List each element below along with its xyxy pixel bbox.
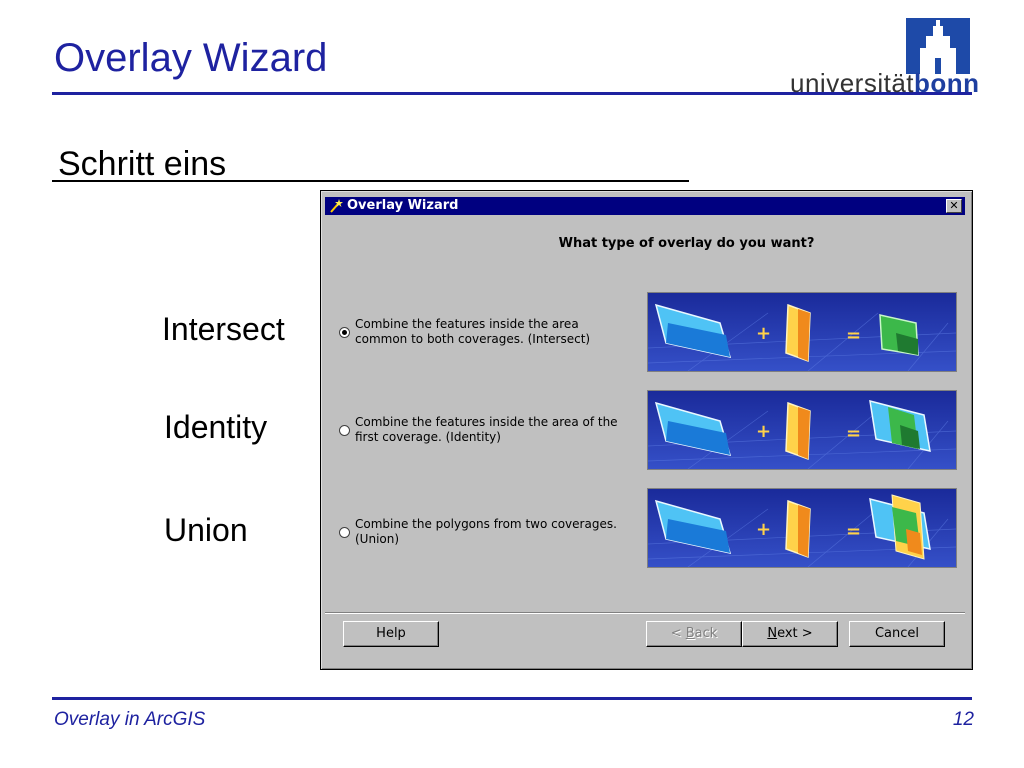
option-line: Combine the polygons from two coverages. bbox=[355, 517, 617, 531]
svg-text:+: + bbox=[756, 519, 771, 540]
cancel-button[interactable]: Cancel bbox=[849, 621, 945, 647]
option-line: Combine the features inside the area bbox=[355, 317, 579, 331]
back-prefix: < bbox=[670, 626, 686, 641]
svg-text:=: = bbox=[846, 521, 861, 542]
back-mnemonic: B bbox=[685, 626, 695, 641]
page-number: 12 bbox=[952, 709, 974, 730]
intersect-illustration: + = bbox=[647, 292, 957, 372]
university-building-icon bbox=[906, 18, 970, 74]
dialog-question: What type of overlay do you want? bbox=[558, 236, 815, 251]
radio-intersect[interactable] bbox=[339, 327, 350, 338]
svg-text:=: = bbox=[846, 325, 861, 346]
logo-wordmark: universitätbonn bbox=[790, 70, 980, 96]
next-rest: ext > bbox=[777, 626, 813, 641]
next-mnemonic: N bbox=[767, 626, 778, 641]
logo-prefix: universität bbox=[790, 68, 914, 98]
radio-union[interactable] bbox=[339, 527, 350, 538]
wizard-wand-icon bbox=[330, 199, 343, 213]
svg-text:=: = bbox=[846, 423, 861, 444]
option-line: Combine the features inside the area of … bbox=[355, 415, 618, 429]
svg-text:+: + bbox=[756, 421, 771, 442]
slide-title: Overlay Wizard bbox=[54, 36, 328, 80]
dialog-title: Overlay Wizard bbox=[347, 198, 459, 213]
footer-title: Overlay in ArcGIS bbox=[54, 709, 206, 730]
step-underline bbox=[52, 180, 689, 182]
university-logo: universitätbonn bbox=[780, 18, 979, 96]
option-line: first coverage. (Identity) bbox=[355, 430, 501, 444]
label-union: Union bbox=[164, 512, 248, 548]
button-separator bbox=[325, 612, 965, 614]
dialog-titlebar[interactable]: Overlay Wizard ✕ bbox=[325, 197, 965, 215]
label-intersect: Intersect bbox=[162, 311, 285, 347]
label-identity: Identity bbox=[164, 409, 268, 445]
back-button[interactable]: < Back bbox=[646, 621, 742, 647]
option-intersect[interactable]: Combine the features inside the area com… bbox=[339, 317, 639, 357]
close-button[interactable]: ✕ bbox=[946, 199, 962, 213]
option-union-text: Combine the polygons from two coverages.… bbox=[355, 517, 645, 547]
option-line: (Union) bbox=[355, 532, 400, 546]
logo-suffix: bonn bbox=[914, 68, 980, 98]
radio-identity[interactable] bbox=[339, 425, 350, 436]
svg-text:+: + bbox=[756, 323, 771, 344]
option-union[interactable]: Combine the polygons from two coverages.… bbox=[339, 517, 639, 557]
step-heading: Schritt eins bbox=[58, 145, 227, 183]
option-line: common to both coverages. (Intersect) bbox=[355, 332, 591, 346]
option-intersect-text: Combine the features inside the area com… bbox=[355, 317, 645, 347]
back-rest: ack bbox=[694, 626, 718, 641]
option-identity[interactable]: Combine the features inside the area of … bbox=[339, 415, 639, 455]
footer-divider bbox=[52, 697, 972, 700]
help-button[interactable]: Help bbox=[343, 621, 439, 647]
overlay-wizard-dialog: Overlay Wizard ✕ What type of overlay do… bbox=[320, 190, 973, 670]
option-identity-text: Combine the features inside the area of … bbox=[355, 415, 645, 445]
identity-illustration: + = bbox=[647, 390, 957, 470]
next-button[interactable]: Next > bbox=[742, 621, 838, 647]
close-icon: ✕ bbox=[949, 199, 959, 212]
union-illustration: + = bbox=[647, 488, 957, 568]
